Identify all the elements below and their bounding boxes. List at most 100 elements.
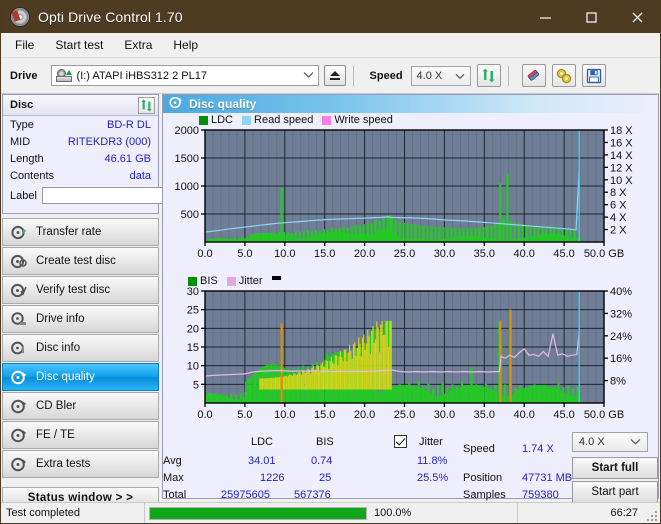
resize-grip[interactable]	[647, 511, 657, 521]
legend-item-write-speed: Write speed	[322, 114, 393, 126]
sidebar-item-extra-tests[interactable]: Extra tests	[2, 450, 159, 478]
svg-text:20: 20	[187, 323, 199, 335]
chevron-down-icon	[303, 70, 314, 82]
erase-button[interactable]	[521, 64, 546, 87]
nav-list: Transfer rate Create test disc Verify te…	[2, 218, 159, 478]
samples-stat-value: 759380	[522, 489, 559, 501]
svg-text:20.0: 20.0	[354, 409, 375, 421]
toolbar: Drive (I:) ATAPI iHBS312 2 PL17 Speed 4.…	[1, 58, 660, 94]
svg-text:500: 500	[181, 209, 199, 221]
svg-text:25.0: 25.0	[394, 409, 415, 421]
stats-row-avg: Avg	[163, 455, 182, 467]
speed-label: Speed	[369, 69, 403, 82]
svg-text:45.0: 45.0	[553, 248, 574, 260]
disc-verify-icon	[10, 283, 27, 298]
refresh-icon	[141, 98, 152, 112]
sidebar-item-label: CD Bler	[36, 400, 77, 412]
disc-row-mid: MID RITEKDR3 (000)	[3, 133, 158, 150]
save-button[interactable]	[581, 64, 606, 87]
test-speed-select[interactable]: 4.0 X	[572, 432, 648, 452]
sidebar-item-disc-info[interactable]: Disc info	[2, 334, 159, 362]
tools-button[interactable]	[551, 64, 576, 87]
refresh-icon	[482, 68, 495, 83]
minimize-icon[interactable]	[522, 1, 568, 33]
svg-text:35.0: 35.0	[474, 409, 495, 421]
bis-chart-legend: BIS Jitter	[188, 275, 281, 287]
sidebar-item-label: Drive info	[36, 313, 85, 325]
sidebar-item-label: Disc info	[36, 342, 81, 354]
toolbar-divider	[352, 65, 354, 86]
progress-fill	[150, 507, 366, 519]
sidebar-item-create-test-disc[interactable]: Create test disc	[2, 247, 159, 275]
settings-icon	[556, 68, 571, 83]
disc-info-icon	[11, 341, 27, 356]
sidebar-item-drive-info[interactable]: Drive info	[2, 305, 159, 333]
sidebar-item-verify-test-disc[interactable]: Verify test disc	[2, 276, 159, 304]
svg-text:0.0: 0.0	[197, 409, 212, 421]
disc-mid-label: MID	[10, 136, 31, 148]
start-part-button[interactable]: Start part	[572, 481, 658, 503]
svg-text:20.0: 20.0	[354, 248, 375, 260]
drive-select[interactable]: (I:) ATAPI iHBS312 2 PL17	[50, 65, 319, 86]
disc-bler-icon	[11, 399, 27, 414]
sidebar-item-label: Create test disc	[36, 255, 116, 267]
samples-stat-label: Samples	[463, 489, 506, 501]
svg-text:5.0: 5.0	[237, 409, 252, 421]
bis-jitter-chart: BIS Jitter 30 25 20 15 10 5 40% 32% 24% 16% 8% 0.0 5…	[163, 274, 658, 434]
svg-text:40.0: 40.0	[513, 248, 534, 260]
menu-start-test[interactable]: Start test	[46, 35, 112, 55]
menu-help[interactable]: Help	[164, 35, 207, 55]
svg-text:35.0: 35.0	[474, 248, 495, 260]
svg-text:45.0: 45.0	[553, 409, 574, 421]
svg-text:1000: 1000	[175, 181, 199, 193]
disc-length-value: 46.61 GB	[104, 153, 151, 165]
legend-item-ldc: LDC	[199, 114, 233, 126]
speed-select[interactable]: 4.0 X	[410, 65, 471, 86]
disc-row-type: Type BD-R DL	[3, 116, 158, 133]
drive-select-value: (I:) ATAPI iHBS312 2 PL17	[76, 69, 207, 82]
svg-text:32%: 32%	[610, 308, 632, 320]
maximize-icon[interactable]	[568, 1, 614, 33]
jitter-avg: 11.8%	[417, 455, 448, 467]
svg-text:10 X: 10 X	[610, 175, 633, 187]
stats-row-max: Max	[163, 472, 184, 484]
sidebar-item-label: Extra tests	[36, 458, 91, 470]
sidebar-item-cd-bler[interactable]: CD Bler	[2, 392, 159, 420]
status-message: Test completed	[6, 507, 80, 519]
svg-text:16%: 16%	[610, 353, 632, 365]
svg-text:50.0 GB: 50.0 GB	[584, 248, 624, 260]
stats-row-total: Total	[163, 489, 187, 501]
stats-panel: LDC BIS Jitter Avg Max Total 34.01 1226 …	[163, 426, 658, 503]
ldc-max: 1226	[260, 472, 285, 484]
speed-stat-value: 1.74 X	[522, 443, 554, 455]
drive-label: Drive	[10, 69, 38, 82]
jitter-checkbox[interactable]	[394, 435, 407, 448]
disc-length-label: Length	[10, 153, 44, 165]
svg-text:10.0: 10.0	[274, 409, 295, 421]
start-full-button[interactable]: Start full	[572, 457, 658, 479]
refresh-button[interactable]	[476, 64, 501, 87]
sidebar-item-disc-quality[interactable]: Disc quality	[2, 363, 159, 391]
close-icon[interactable]	[614, 1, 660, 33]
svg-text:15.0: 15.0	[314, 409, 335, 421]
menu-file[interactable]: File	[6, 35, 43, 55]
menu-extra[interactable]: Extra	[115, 35, 161, 55]
stats-header-ldc: LDC	[251, 436, 274, 448]
svg-text:6 X: 6 X	[610, 200, 627, 212]
bis-chart-canvas[interactable]: 30 25 20 15 10 5 40% 32% 24% 16% 8% 0.0 5.0 10.0 15.0 2…	[163, 274, 658, 434]
panel-header: Disc quality	[163, 95, 658, 113]
ldc-chart-canvas[interactable]: 2000 1500 1000 500 18 X16 X14 X12 X10 X8 X6 …	[163, 113, 658, 273]
sidebar-item-fe-te[interactable]: FE / TE	[2, 421, 159, 449]
svg-text:40.0: 40.0	[513, 409, 534, 421]
toolbar-divider-2	[507, 65, 509, 86]
menu-bar: File Start test Extra Help	[1, 33, 660, 58]
eject-button[interactable]	[323, 65, 346, 86]
sidebar-item-transfer-rate[interactable]: Transfer rate	[2, 218, 159, 246]
disc-refresh-button[interactable]	[138, 96, 155, 114]
window-controls	[522, 1, 660, 33]
disc-contents-label: Contents	[10, 170, 55, 182]
svg-text:25.0: 25.0	[394, 248, 415, 260]
chevron-down-icon	[630, 437, 641, 449]
disc-type-label: Type	[10, 119, 34, 131]
status-bar: Test completed 100.0% 66:27	[1, 502, 660, 523]
